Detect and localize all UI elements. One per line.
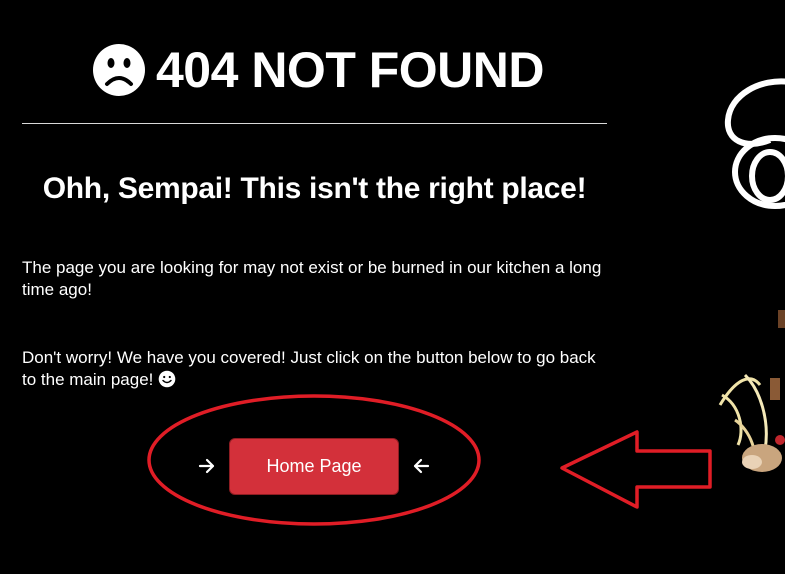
explanation-text: The page you are looking for may not exi… [22,257,607,301]
noodle-swirl-icon [724,78,785,209]
header-divider [22,123,607,124]
arrow-right-icon [198,458,215,474]
not-found-page: 404 NOT FOUND Ohh, Sempai! This isn't th… [0,0,785,574]
smiling-face-icon [158,370,176,388]
arrow-left-icon [413,458,430,474]
explanation-text-content: The page you are looking for may not exi… [22,258,602,299]
instruction-text: Don't worry! We have you covered! Just c… [22,347,607,391]
instruction-text-content: Don't worry! We have you covered! Just c… [22,348,596,389]
red-pointing-arrow [560,430,712,509]
page-header: 404 NOT FOUND [92,38,545,102]
sad-face-icon [93,44,145,96]
page-title: 404 NOT FOUND [156,42,545,98]
page-subtitle: Ohh, Sempai! This isn't the right place! [42,172,587,205]
home-page-button[interactable]: Home Page [229,438,399,495]
ramen-bowl-art-icon [718,310,785,472]
